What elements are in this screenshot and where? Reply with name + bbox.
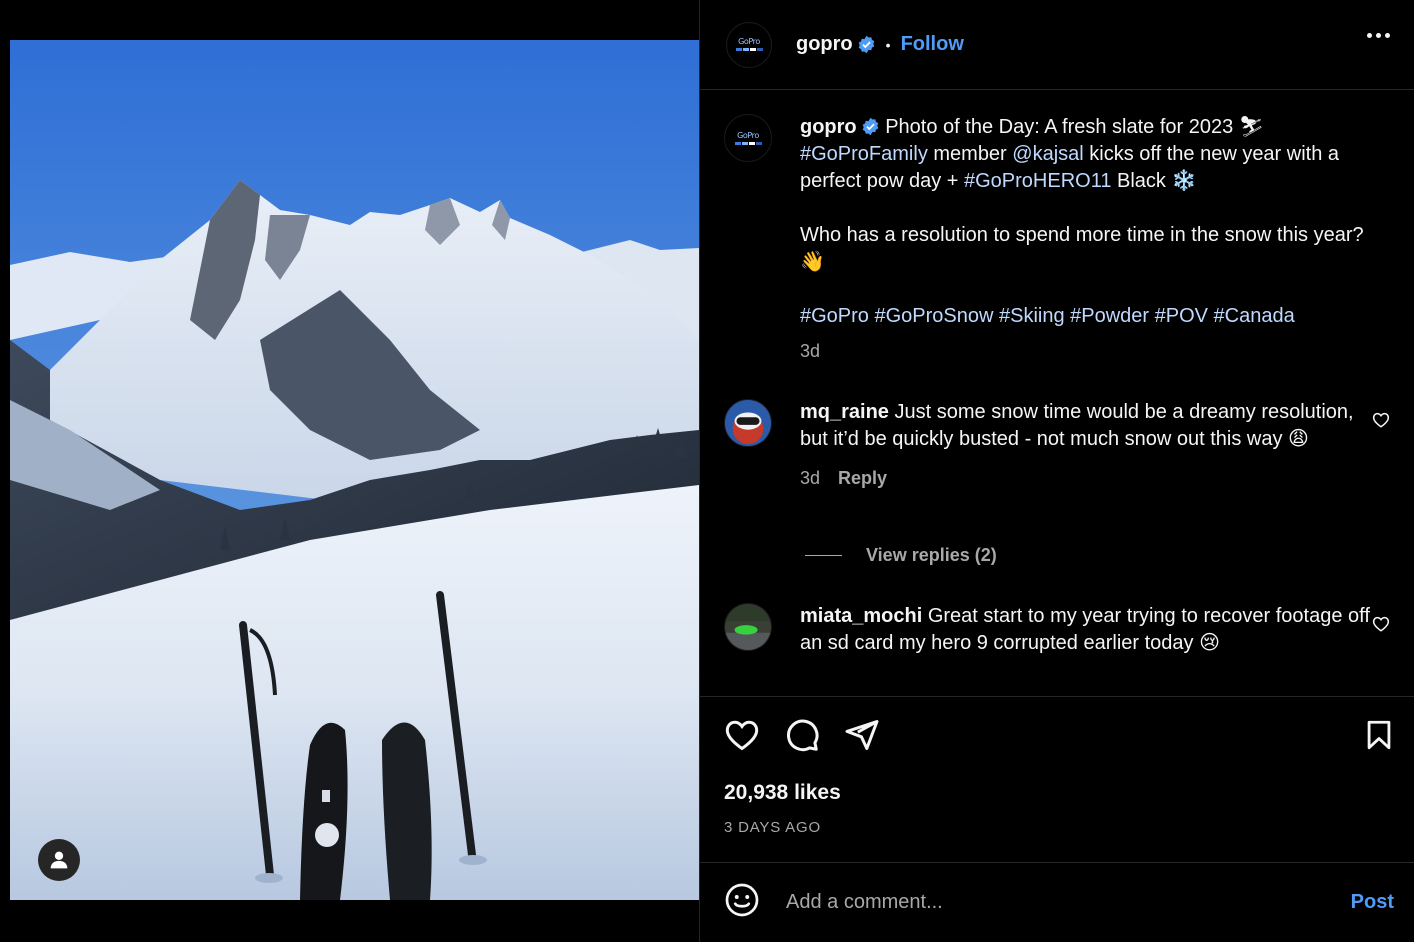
- caption-line1: Photo of the Day: A fresh slate for 2023…: [885, 116, 1265, 138]
- view-replies-line: [805, 555, 842, 556]
- caption-avatar[interactable]: GoPro: [724, 114, 772, 162]
- avatar-image: [725, 400, 771, 446]
- snow-mountain-photo: [10, 40, 699, 900]
- post-header: GoPro gopro • Follow: [700, 0, 1414, 90]
- avatar[interactable]: [724, 603, 772, 651]
- more-options-icon[interactable]: [1367, 33, 1390, 38]
- emoji-icon[interactable]: [724, 882, 760, 923]
- avatar[interactable]: [724, 399, 772, 447]
- user-tag-icon[interactable]: [38, 839, 80, 881]
- heart-icon[interactable]: [724, 717, 760, 758]
- bookmark-icon[interactable]: [1362, 717, 1396, 758]
- gopro-logo-text: GoPro: [738, 37, 760, 46]
- post-actions: 20,938 likes 3 DAYS AGO: [700, 696, 1414, 862]
- caption-paragraph: Who has a resolution to spend more time …: [800, 224, 1364, 273]
- caption-timestamp: 3d: [800, 341, 821, 361]
- avatar-image: [725, 604, 771, 650]
- caption-text-part: Black ❄️: [1111, 170, 1197, 192]
- post-date: 3 DAYS AGO: [724, 819, 821, 836]
- comment-body: mq_raine Just some snow time would be a …: [800, 399, 1370, 492]
- post-detail-panel: GoPro gopro • Follow GoPro gopro Photo o…: [699, 0, 1414, 942]
- separator-dot: •: [885, 36, 891, 53]
- likes-count[interactable]: 20,938 likes: [724, 781, 841, 805]
- caption-text: gopro Photo of the Day: A fresh slate fo…: [800, 114, 1370, 365]
- post-username[interactable]: gopro: [796, 33, 853, 56]
- comment-body: miata_mochi Great start to my year tryin…: [800, 603, 1370, 657]
- post-image[interactable]: [10, 40, 699, 900]
- comment-username[interactable]: mq_raine: [800, 401, 889, 423]
- comment-meta: 3d Reply: [800, 465, 1370, 492]
- follow-button[interactable]: Follow: [901, 33, 964, 56]
- action-icons: [724, 717, 1396, 755]
- view-replies-label: View replies (2): [866, 545, 997, 565]
- caption-hashtags[interactable]: #GoPro #GoProSnow #Skiing #Powder #POV #…: [800, 303, 1370, 330]
- caption-text-part: member: [927, 143, 1013, 165]
- comment-username[interactable]: miata_mochi: [800, 605, 922, 627]
- comment-row: miata_mochi Great start to my year tryin…: [724, 603, 1398, 657]
- gopro-logo-bars: [735, 48, 763, 51]
- caption-row: GoPro gopro Photo of the Day: A fresh sl…: [724, 114, 1398, 365]
- gopro-logo-text: GoPro: [737, 130, 759, 140]
- post-comment-button[interactable]: Post: [1351, 891, 1394, 914]
- comment-like-icon[interactable]: [1372, 615, 1390, 638]
- caption-username[interactable]: gopro: [800, 116, 857, 138]
- gopro-logo-bars: [734, 141, 762, 145]
- hashtag-link[interactable]: #GoProFamily: [800, 143, 928, 165]
- comment-timestamp: 3d: [800, 468, 821, 488]
- mention-link[interactable]: @kajsal: [1012, 143, 1083, 165]
- hashtag-link[interactable]: #GoProHERO11: [964, 170, 1111, 192]
- avatar[interactable]: GoPro: [726, 21, 772, 68]
- comments-list[interactable]: GoPro gopro Photo of the Day: A fresh sl…: [700, 91, 1414, 696]
- comment-icon[interactable]: [784, 717, 820, 758]
- comment-row: mq_raine Just some snow time would be a …: [724, 399, 1398, 492]
- add-comment-bar: Post: [700, 862, 1414, 942]
- comment-input[interactable]: [786, 891, 1351, 914]
- verified-badge-icon: [857, 35, 876, 54]
- verified-badge-icon: [861, 117, 880, 136]
- share-icon[interactable]: [844, 717, 880, 758]
- comment-like-icon[interactable]: [1372, 411, 1390, 434]
- view-replies-button[interactable]: View replies (2): [805, 545, 997, 566]
- reply-button[interactable]: Reply: [838, 468, 887, 488]
